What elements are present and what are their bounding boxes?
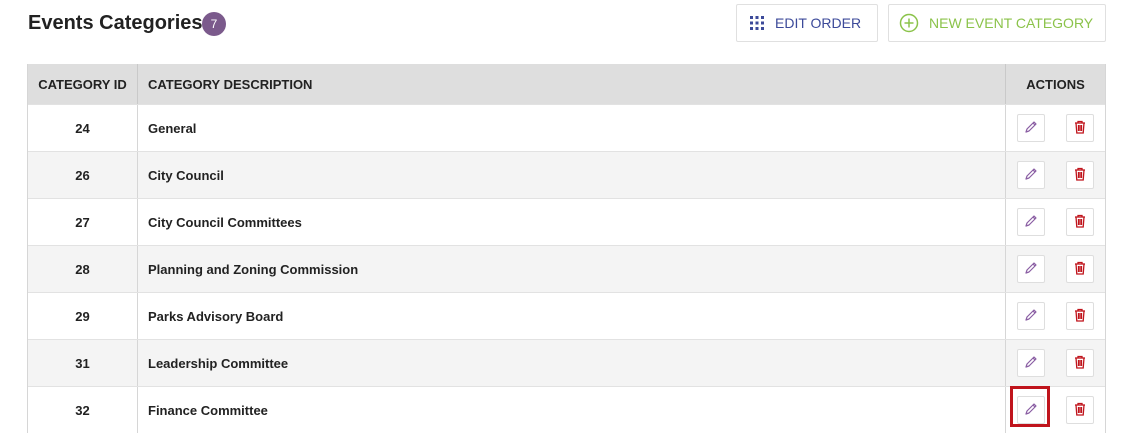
new-event-category-label: NEW EVENT CATEGORY — [929, 15, 1094, 31]
edit-button[interactable] — [1017, 349, 1045, 377]
pencil-icon — [1024, 261, 1038, 278]
trash-icon — [1073, 214, 1087, 231]
category-id: 24 — [28, 105, 138, 151]
row-actions — [1006, 293, 1105, 339]
pencil-icon — [1024, 402, 1038, 419]
pencil-icon — [1024, 214, 1038, 231]
table-header: CATEGORY ID CATEGORY DESCRIPTION ACTIONS — [28, 64, 1105, 104]
table-row: 26 City Council — [28, 151, 1105, 198]
edit-order-button[interactable]: EDIT ORDER — [736, 4, 878, 42]
pencil-icon — [1024, 308, 1038, 325]
table-row: 31 Leadership Committee — [28, 339, 1105, 386]
table-row: 29 Parks Advisory Board — [28, 292, 1105, 339]
category-description: Parks Advisory Board — [138, 293, 1006, 339]
edit-button[interactable] — [1017, 161, 1045, 189]
edit-button[interactable] — [1017, 114, 1045, 142]
column-header-category-id: CATEGORY ID — [28, 64, 138, 104]
category-description: City Council — [138, 152, 1006, 198]
category-description: Leadership Committee — [138, 340, 1006, 386]
column-header-actions: ACTIONS — [1026, 76, 1085, 92]
category-description: General — [138, 105, 1006, 151]
trash-icon — [1073, 355, 1087, 372]
categories-table: CATEGORY ID CATEGORY DESCRIPTION ACTIONS… — [27, 64, 1106, 433]
table-row: 32 Finance Committee — [28, 386, 1105, 433]
delete-button[interactable] — [1066, 396, 1094, 424]
category-id: 28 — [28, 246, 138, 292]
edit-button[interactable] — [1017, 396, 1045, 424]
pencil-icon — [1024, 167, 1038, 184]
trash-icon — [1073, 402, 1087, 419]
column-header-category-description: CATEGORY DESCRIPTION — [138, 64, 1006, 104]
edit-button[interactable] — [1017, 302, 1045, 330]
pencil-icon — [1024, 120, 1038, 137]
delete-button[interactable] — [1066, 349, 1094, 377]
table-body: 24 General 26 City Council 27 City Counc… — [28, 104, 1105, 433]
delete-button[interactable] — [1066, 255, 1094, 283]
count-badge: 7 — [202, 12, 226, 36]
trash-icon — [1073, 261, 1087, 278]
category-description: Planning and Zoning Commission — [138, 246, 1006, 292]
grid-dots-icon — [749, 15, 765, 31]
table-row: 27 City Council Committees — [28, 198, 1105, 245]
row-actions — [1006, 340, 1105, 386]
edit-order-label: EDIT ORDER — [775, 15, 862, 31]
trash-icon — [1073, 167, 1087, 184]
row-actions — [1006, 105, 1105, 151]
category-id: 27 — [28, 199, 138, 245]
pencil-icon — [1024, 355, 1038, 372]
delete-button[interactable] — [1066, 208, 1094, 236]
trash-icon — [1073, 308, 1087, 325]
edit-button[interactable] — [1017, 208, 1045, 236]
category-description: Finance Committee — [138, 387, 1006, 433]
delete-button[interactable] — [1066, 302, 1094, 330]
new-event-category-button[interactable]: NEW EVENT CATEGORY — [888, 4, 1106, 42]
delete-button[interactable] — [1066, 161, 1094, 189]
table-row: 24 General — [28, 104, 1105, 151]
category-id: 29 — [28, 293, 138, 339]
category-id: 31 — [28, 340, 138, 386]
row-actions — [1006, 246, 1105, 292]
row-actions — [1006, 199, 1105, 245]
delete-button[interactable] — [1066, 114, 1094, 142]
plus-circle-icon — [899, 13, 919, 33]
trash-icon — [1073, 120, 1087, 137]
category-description: City Council Committees — [138, 199, 1006, 245]
row-actions — [1006, 387, 1105, 433]
page-header: Events Categories 7 EDIT ORDER NEW EVENT… — [28, 0, 1106, 50]
page-title: Events Categories — [28, 12, 203, 34]
row-actions — [1006, 152, 1105, 198]
category-id: 32 — [28, 387, 138, 433]
table-row: 28 Planning and Zoning Commission — [28, 245, 1105, 292]
category-id: 26 — [28, 152, 138, 198]
edit-button[interactable] — [1017, 255, 1045, 283]
